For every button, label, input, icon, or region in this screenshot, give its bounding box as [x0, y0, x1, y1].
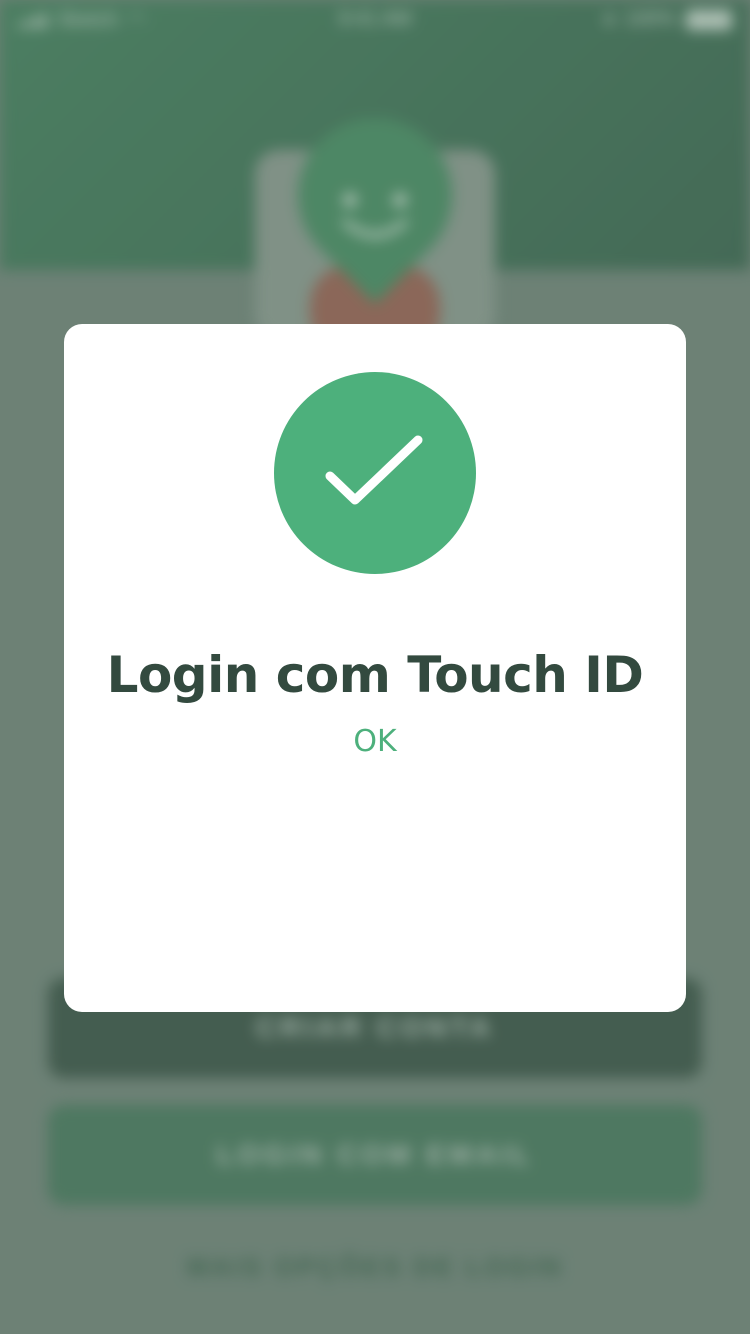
ok-button[interactable]: OK: [325, 724, 425, 759]
success-badge: [274, 372, 476, 574]
touch-id-modal: Login com Touch ID OK: [64, 324, 686, 1012]
modal-title: Login com Touch ID: [106, 646, 644, 704]
checkmark-icon: [325, 435, 423, 505]
